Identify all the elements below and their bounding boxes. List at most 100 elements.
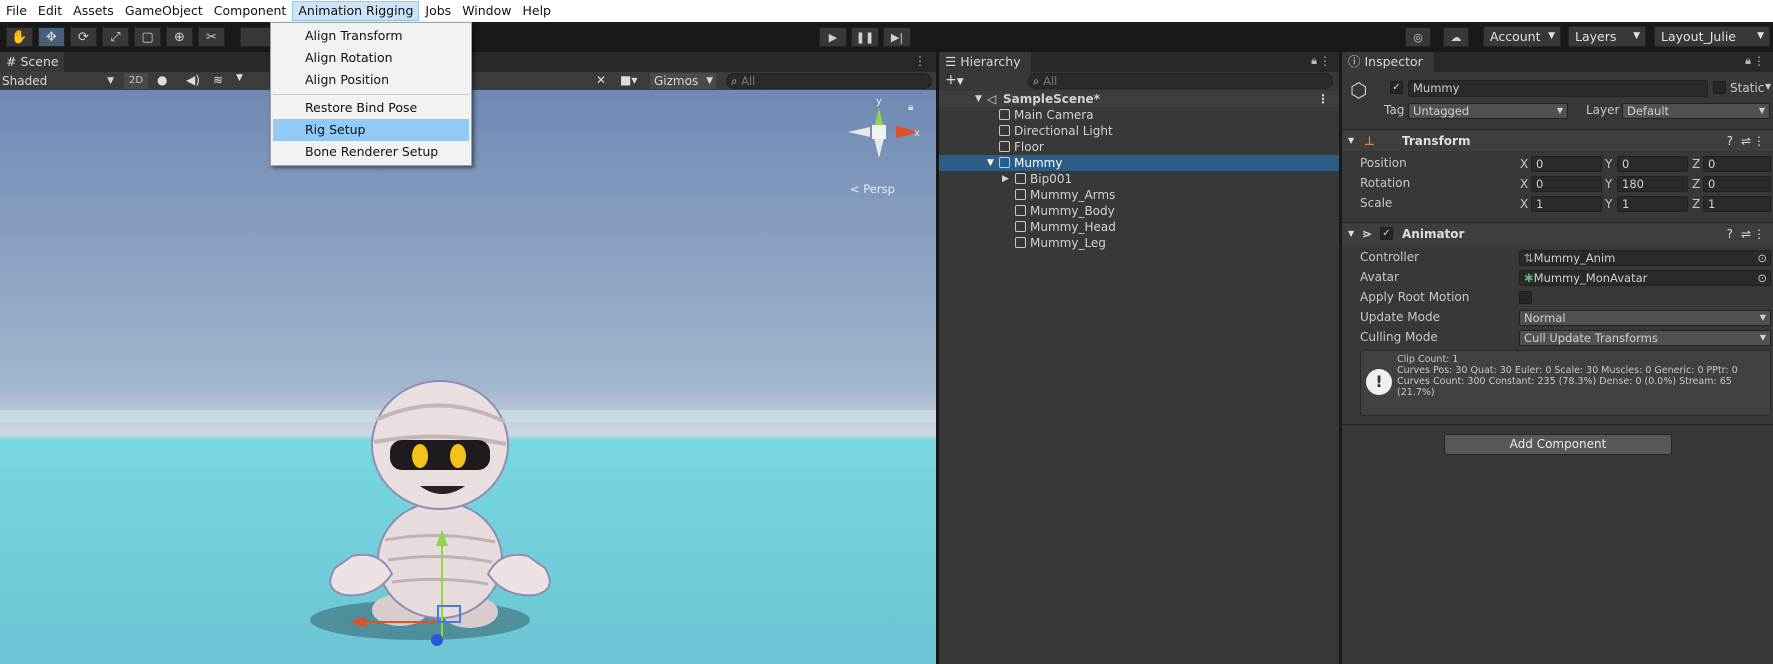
lock-icon[interactable]: 🔒︎ [1311,54,1317,68]
hierarchy-search-input[interactable]: ⌕ All [1028,73,1333,89]
camera-icon[interactable]: ■▾ [620,73,637,87]
menu-edit[interactable]: Edit [33,1,67,21]
animator-enabled-checkbox[interactable]: ✓ [1380,227,1393,240]
preset-icon[interactable]: ⇌ [1741,130,1751,152]
menu-item-bone-renderer-setup[interactable]: Bone Renderer Setup [273,141,469,163]
kebab-menu-icon[interactable]: ⋮ [1753,130,1765,152]
hierarchy-item-mummy-body[interactable]: Mummy_Body [939,203,1339,219]
avatar-field[interactable]: ✱Mummy_MonAvatar ⊙ [1519,270,1771,286]
move-tool-button[interactable]: ✥ [38,27,65,47]
scale-y-field[interactable]: 1 [1617,196,1688,212]
chevron-down-icon[interactable]: ▼ [1765,82,1771,91]
scene-root-row[interactable]: ▼ ◁ SampleScene* ⋮ [939,91,1339,107]
lock-icon[interactable]: 🔒︎ [1745,54,1751,68]
menu-jobs[interactable]: Jobs [420,1,456,21]
menu-animation-rigging[interactable]: Animation Rigging [292,1,420,21]
hand-tool-button[interactable]: ✋ [6,27,33,47]
apply-root-motion-checkbox[interactable] [1519,291,1532,304]
menu-assets[interactable]: Assets [68,1,119,21]
layer-dropdown[interactable]: Default ▼ [1622,103,1770,119]
hierarchy-item-mummy[interactable]: ▼ Mummy [939,155,1339,171]
position-y-field[interactable]: 0 [1617,156,1688,172]
position-x-field[interactable]: 0 [1531,156,1602,172]
custom-tool-button[interactable]: ✂ [198,27,225,47]
scene-tab-label: Scene [20,54,59,69]
help-icon[interactable]: ? [1727,130,1733,152]
kebab-menu-icon[interactable]: ⋮ [1319,54,1331,68]
hierarchy-item-main-camera[interactable]: Main Camera [939,107,1339,123]
step-button[interactable]: ▶| [883,27,911,47]
scene-search-input[interactable]: ⌕ All [726,73,932,89]
add-component-button[interactable]: Add Component [1444,434,1672,455]
kebab-menu-icon[interactable]: ⋮ [1753,223,1765,245]
gizmos-dropdown[interactable]: Gizmos ▼ [650,73,716,89]
hierarchy-item-mummy-leg[interactable]: Mummy_Leg [939,235,1339,251]
object-name-field[interactable]: Mummy [1408,80,1708,97]
hierarchy-item-mummy-head[interactable]: Mummy_Head [939,219,1339,235]
menu-help[interactable]: Help [517,1,556,21]
pause-button[interactable]: ❚❚ [851,27,879,47]
scale-z-field[interactable]: 1 [1703,196,1771,212]
rotation-x-field[interactable]: 0 [1531,176,1602,192]
hierarchy-item-floor[interactable]: Floor [939,139,1339,155]
hierarchy-item-mummy-arms[interactable]: Mummy_Arms [939,187,1339,203]
tab-inspector[interactable]: ⓘ Inspector [1342,52,1434,72]
cloud-button[interactable]: ☁ [1443,27,1469,47]
lock-icon[interactable]: 🔒︎ [908,102,913,113]
toggle-2d-button[interactable]: 2D [124,73,148,89]
chevron-down-icon[interactable]: ▼ [236,73,243,83]
menu-item-align-rotation[interactable]: Align Rotation [273,47,469,69]
update-mode-label: Update Mode [1360,310,1440,324]
scale-tool-button[interactable]: ⤢ [102,27,129,47]
animator-component-header[interactable]: ▼ ⋗ ✓ Animator ? ⇌ ⋮ [1342,222,1773,244]
object-picker-icon[interactable]: ⊙ [1757,251,1767,265]
tag-dropdown[interactable]: Untagged ▼ [1408,103,1568,119]
rect-tool-button[interactable]: ▢ [134,27,161,47]
tab-hierarchy[interactable]: ☰ Hierarchy [939,52,1031,72]
account-dropdown[interactable]: Account ▼ [1483,26,1561,47]
transform-component-header[interactable]: ▼ ⊥ Transform ? ⇌ ⋮ [1342,129,1773,151]
inspector-panel: ⬡ ✓ Mummy Static ▼ Tag Untagged ▼ Layer D… [1342,72,1773,664]
preset-icon[interactable]: ⇌ [1741,223,1751,245]
scene-viewport[interactable]: y x 🔒︎ < Persp [0,90,936,664]
scale-x-field[interactable]: 1 [1531,196,1602,212]
static-checkbox[interactable] [1713,81,1726,94]
position-z-field[interactable]: 0 [1703,156,1771,172]
update-mode-dropdown[interactable]: Normal ▼ [1519,310,1771,326]
layout-dropdown[interactable]: Layout_Julie ▼ [1654,26,1770,47]
culling-mode-dropdown[interactable]: Cull Update Transforms ▼ [1519,330,1771,346]
audio-icon[interactable]: ◀) [186,73,200,87]
menu-file[interactable]: File [1,1,32,21]
menu-gameobject[interactable]: GameObject [120,1,208,21]
kebab-menu-icon[interactable]: ⋮ [1753,54,1765,68]
kebab-menu-icon[interactable]: ⋮ [914,54,926,68]
tools-icon[interactable]: ✕ [596,73,606,87]
rotation-z-field[interactable]: 0 [1703,176,1771,192]
tab-scene[interactable]: # Scene [0,52,64,72]
rotate-tool-button[interactable]: ⟳ [70,27,97,47]
persp-label[interactable]: < Persp [850,182,895,196]
object-picker-icon[interactable]: ⊙ [1757,271,1767,285]
active-checkbox[interactable]: ✓ [1390,81,1403,94]
menu-item-rig-setup[interactable]: Rig Setup [273,119,469,141]
lighting-icon[interactable]: ● [157,73,167,87]
menu-item-align-position[interactable]: Align Position [273,69,469,91]
kebab-menu-icon[interactable]: ⋮ [1317,91,1329,107]
menu-item-restore-bind-pose[interactable]: Restore Bind Pose [273,97,469,119]
hierarchy-item-bip001[interactable]: ▶ Bip001 [939,171,1339,187]
hierarchy-item-directional-light[interactable]: Directional Light [939,123,1339,139]
menu-component[interactable]: Component [209,1,292,21]
transform-tool-button[interactable]: ⊕ [166,27,193,47]
create-add-button[interactable]: +▼ [945,72,964,90]
effects-icon[interactable]: ≋ [213,73,223,87]
menu-item-align-transform[interactable]: Align Transform [273,25,469,47]
collab-button[interactable]: ◎ [1405,27,1431,47]
help-icon[interactable]: ? [1727,223,1733,245]
menu-window[interactable]: Window [457,1,516,21]
rotation-y-field[interactable]: 180 [1617,176,1688,192]
pivot-toggle[interactable] [240,27,274,47]
shading-mode-dropdown[interactable]: Shaded ▼ [0,72,118,90]
layers-dropdown[interactable]: Layers ▼ [1568,26,1646,47]
controller-field[interactable]: ⇅Mummy_Anim ⊙ [1519,250,1771,266]
play-button[interactable]: ▶ [819,27,847,47]
